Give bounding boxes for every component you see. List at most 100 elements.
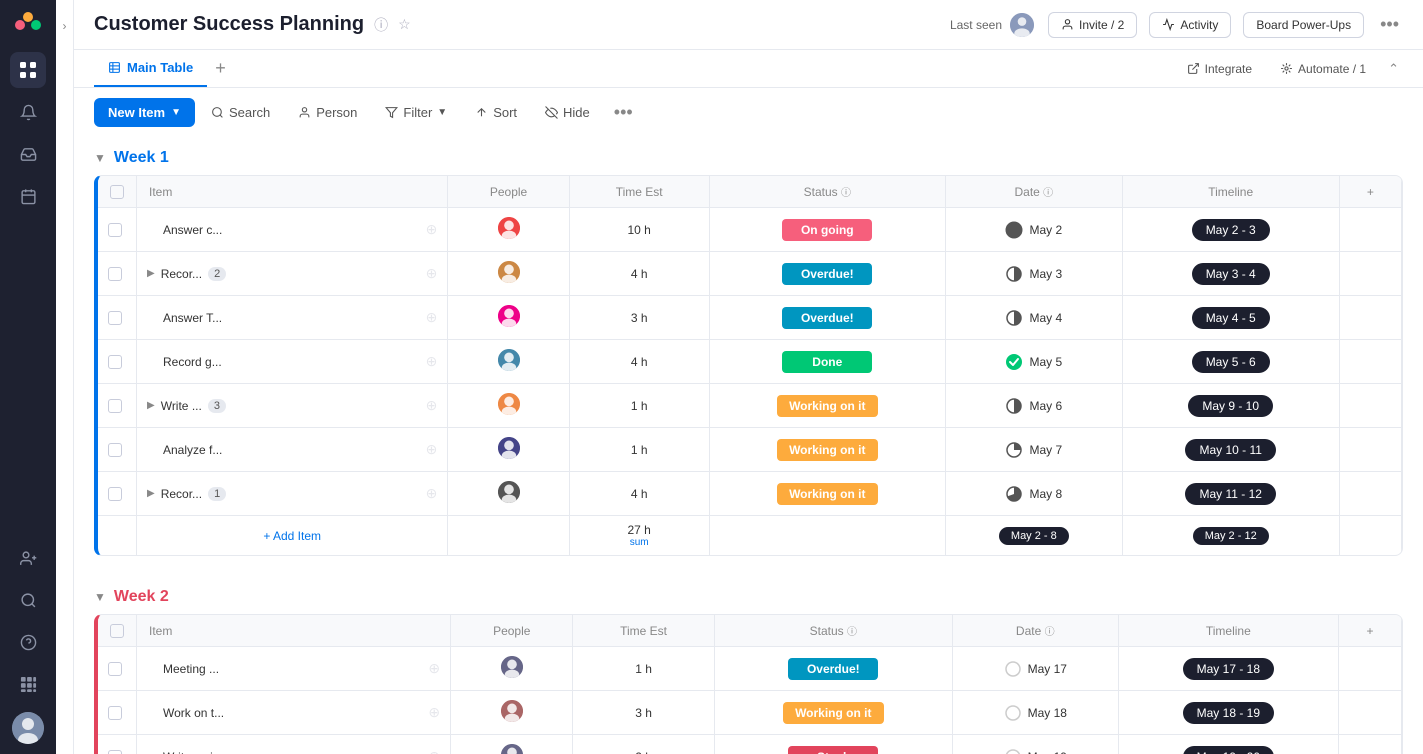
sort-button[interactable]: Sort [463, 99, 529, 126]
col-time-est: Time Est [573, 615, 714, 647]
add-subitem-button[interactable]: ⊕ [428, 660, 440, 677]
add-tab-button[interactable]: + [207, 50, 234, 87]
app-logo[interactable] [13, 10, 43, 40]
row-checkbox[interactable] [108, 750, 122, 754]
automate-button[interactable]: Automate / 1 [1270, 57, 1376, 81]
add-subitem-button[interactable]: ⊕ [428, 748, 440, 754]
info-icon[interactable]: ⓘ [374, 15, 388, 35]
col-add[interactable]: + [1339, 615, 1402, 647]
row-checkbox[interactable] [108, 487, 122, 501]
expand-icon[interactable]: ▶ [147, 400, 155, 411]
status-badge[interactable]: Working on it [783, 702, 883, 724]
status-badge[interactable]: On going [782, 219, 872, 241]
status-cell: On going [709, 208, 945, 252]
add-subitem-button[interactable]: ⊕ [426, 397, 438, 414]
header-checkbox[interactable] [110, 624, 124, 638]
activity-button[interactable]: Activity [1149, 12, 1231, 38]
topbar-more-button[interactable]: ••• [1376, 10, 1403, 39]
add-subitem-button[interactable]: ⊕ [426, 221, 438, 238]
integrate-button[interactable]: Integrate [1177, 57, 1262, 81]
col-add[interactable]: + [1339, 176, 1401, 208]
add-item-cell[interactable]: + Add Item [137, 516, 448, 556]
star-icon[interactable]: ☆ [398, 16, 411, 33]
avatar [496, 259, 522, 285]
invite-button[interactable]: Invite / 2 [1048, 12, 1137, 38]
status-badge[interactable]: Overdue! [782, 263, 872, 285]
board-power-ups-button[interactable]: Board Power-Ups [1243, 12, 1364, 38]
status-cell: Overdue! [714, 647, 952, 691]
row-checkbox[interactable] [108, 355, 122, 369]
header-checkbox[interactable] [110, 185, 124, 199]
col-timeline: Timeline [1118, 615, 1339, 647]
row-checkbox[interactable] [108, 267, 122, 281]
sub-count-badge: 3 [208, 399, 226, 413]
sidebar-item-search[interactable] [10, 582, 46, 618]
item-cell: Work on t... ⊕ [137, 691, 451, 735]
sidebar-item-notifications[interactable] [10, 94, 46, 130]
row-checkbox[interactable] [108, 311, 122, 325]
sidebar-item-person-add[interactable] [10, 540, 46, 576]
status-badge[interactable]: Working on it [777, 395, 877, 417]
row-extra-cell [1339, 735, 1402, 754]
row-extra-cell [1339, 340, 1401, 384]
week1-header[interactable]: ▼ Week 1 [74, 137, 1423, 175]
avatar [496, 303, 522, 329]
timeline-badge: May 18 - 19 [1183, 702, 1274, 724]
filter-button[interactable]: Filter ▼ [373, 99, 459, 126]
sidebar-item-help[interactable] [10, 624, 46, 660]
timeline-badge: May 17 - 18 [1183, 658, 1274, 680]
search-button[interactable]: Search [199, 99, 282, 126]
date-value: May 5 [1029, 355, 1062, 369]
item-cell: Record g... ⊕ [137, 340, 448, 384]
sidebar-item-grid[interactable] [10, 52, 46, 88]
people-cell [451, 735, 573, 754]
toolbar-more-button[interactable]: ••• [606, 98, 641, 127]
add-subitem-button[interactable]: ⊕ [426, 441, 438, 458]
avatar [496, 391, 522, 417]
col-item: Item [137, 176, 448, 208]
add-item-status [709, 516, 945, 556]
status-badge[interactable]: Overdue! [782, 307, 872, 329]
status-badge[interactable]: Working on it [777, 439, 877, 461]
status-badge[interactable]: Overdue! [788, 658, 878, 680]
date-value: May 3 [1029, 267, 1062, 281]
new-item-button[interactable]: New Item ▼ [94, 98, 195, 127]
add-subitem-button[interactable]: ⊕ [428, 704, 440, 721]
status-badge[interactable]: Stuck [788, 746, 878, 754]
last-seen: Last seen [950, 11, 1036, 39]
add-subitem-button[interactable]: ⊕ [426, 309, 438, 326]
avatar [496, 435, 522, 461]
row-checkbox[interactable] [108, 662, 122, 676]
table-row: ▶ Recor... 1 ⊕ 4 h Working on it May 8 [98, 472, 1402, 516]
status-badge[interactable]: Working on it [777, 483, 877, 505]
item-cell: ▶ Recor... 2 ⊕ [137, 252, 448, 296]
user-avatar[interactable] [12, 712, 44, 744]
expand-icon[interactable]: ▶ [147, 488, 155, 499]
row-checkbox[interactable] [108, 399, 122, 413]
tab-main-table[interactable]: Main Table [94, 50, 207, 87]
row-checkbox-cell [98, 691, 137, 735]
table-row: Write scri... ⊕ 2 h Stuck May 19 [98, 735, 1402, 754]
hide-button[interactable]: Hide [533, 99, 602, 126]
date-cell: May 18 [952, 691, 1118, 735]
date-cell: May 17 [952, 647, 1118, 691]
date-value: May 8 [1029, 487, 1062, 501]
tabbar-collapse-button[interactable]: ⌃ [1384, 57, 1403, 81]
sidebar-item-calendar[interactable] [10, 178, 46, 214]
people-cell [451, 647, 573, 691]
row-checkbox[interactable] [108, 223, 122, 237]
person-button[interactable]: Person [286, 99, 369, 126]
add-subitem-button[interactable]: ⊕ [426, 353, 438, 370]
add-subitem-button[interactable]: ⊕ [426, 265, 438, 282]
expand-icon[interactable]: ▶ [147, 268, 155, 279]
sidebar-item-apps[interactable] [10, 666, 46, 702]
row-checkbox[interactable] [108, 706, 122, 720]
status-badge[interactable]: Done [782, 351, 872, 373]
week2-header[interactable]: ▼ Week 2 [74, 576, 1423, 614]
row-checkbox[interactable] [108, 443, 122, 457]
add-subitem-button[interactable]: ⊕ [426, 485, 438, 502]
avatar [499, 742, 525, 754]
sidebar-collapse[interactable]: › [56, 0, 74, 754]
sidebar-item-inbox[interactable] [10, 136, 46, 172]
date-cell: May 19 [952, 735, 1118, 754]
